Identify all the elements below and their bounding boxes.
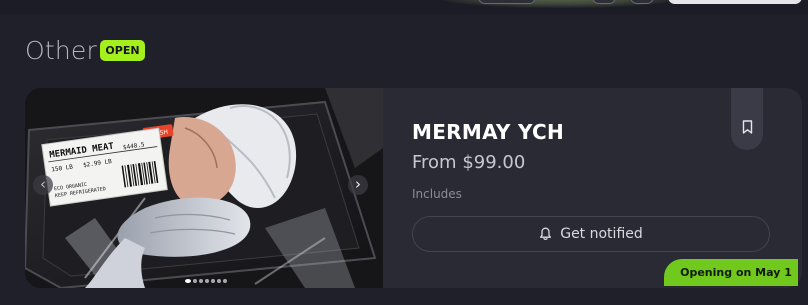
bell-icon xyxy=(539,227,552,241)
includes-label: Includes xyxy=(412,187,462,201)
product-title[interactable]: MERMAY YCH xyxy=(412,120,564,144)
top-primary-button-fragment[interactable] xyxy=(668,0,802,4)
carousel-dot[interactable] xyxy=(211,279,215,283)
carousel-dot[interactable] xyxy=(217,279,221,283)
opening-date-badge: Opening on May 1 xyxy=(664,259,798,286)
product-price: From $99.00 xyxy=(412,152,526,173)
carousel-dot[interactable] xyxy=(205,279,209,283)
chevron-left-icon: ‹ xyxy=(40,175,46,193)
carousel-next-button[interactable]: › xyxy=(348,175,368,195)
carousel-dot[interactable] xyxy=(199,279,203,283)
open-status-badge: OPEN xyxy=(100,40,145,61)
carousel-indicator[interactable] xyxy=(185,279,229,284)
carousel-dot[interactable] xyxy=(185,279,191,283)
get-notified-label: Get notified xyxy=(560,226,643,242)
section-title: Other xyxy=(25,36,97,65)
carousel-prev-button[interactable]: ‹ xyxy=(33,175,53,195)
product-card[interactable]: FRESH MERMAID MEAT 150 LB $2.99 LB $448.… xyxy=(25,88,802,288)
bookmark-button[interactable] xyxy=(731,88,763,150)
top-button-fragment[interactable] xyxy=(478,0,536,4)
product-image-carousel[interactable]: FRESH MERMAID MEAT 150 LB $2.99 LB $448.… xyxy=(25,88,383,288)
product-image: FRESH MERMAID MEAT 150 LB $2.99 LB $448.… xyxy=(25,88,383,288)
top-edge-bar xyxy=(0,0,808,14)
carousel-dot[interactable] xyxy=(193,279,197,283)
chevron-right-icon: › xyxy=(355,175,361,193)
carousel-dot[interactable] xyxy=(223,279,227,283)
bookmark-icon xyxy=(742,119,753,138)
get-notified-button[interactable]: Get notified xyxy=(412,216,770,252)
